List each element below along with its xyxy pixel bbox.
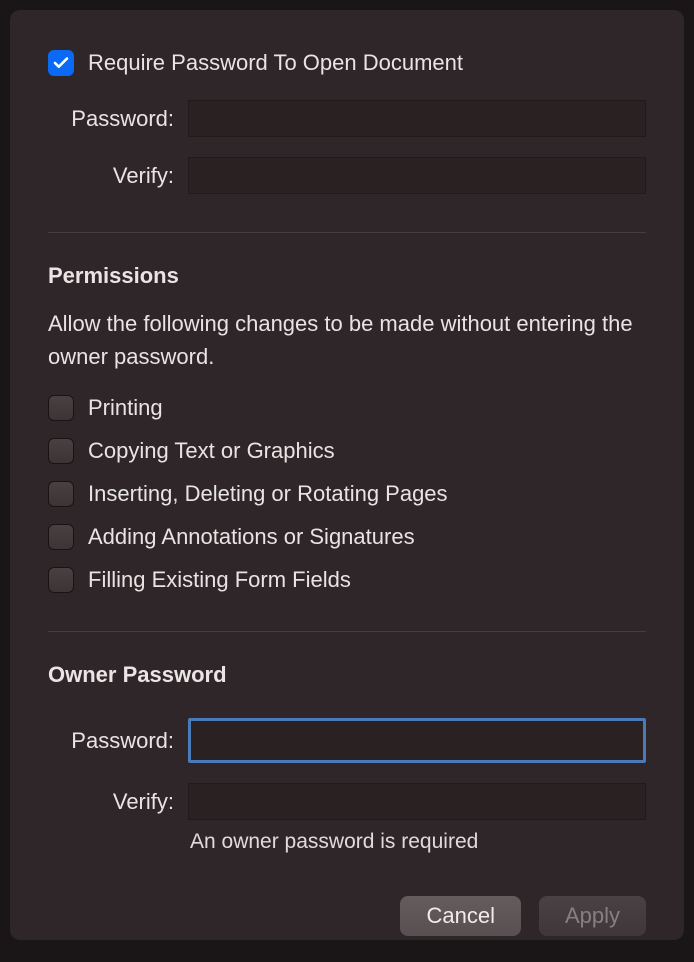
document-verify-label: Verify:	[48, 163, 188, 189]
owner-password-title: Owner Password	[48, 662, 646, 688]
permissions-title: Permissions	[48, 263, 646, 289]
document-verify-input[interactable]	[188, 157, 646, 194]
owner-password-section: Owner Password Password: Verify: An owne…	[48, 662, 646, 854]
permission-copying-checkbox[interactable]	[48, 438, 74, 464]
permission-forms-label: Filling Existing Form Fields	[88, 567, 351, 593]
require-password-section: Require Password To Open Document Passwo…	[48, 50, 646, 194]
owner-password-label: Password:	[48, 728, 188, 754]
owner-password-hint: An owner password is required	[190, 830, 646, 854]
document-password-row: Password:	[48, 100, 646, 137]
document-verify-row: Verify:	[48, 157, 646, 194]
require-password-row: Require Password To Open Document	[48, 50, 646, 76]
permission-forms-row: Filling Existing Form Fields	[48, 567, 646, 593]
permission-annotations-row: Adding Annotations or Signatures	[48, 524, 646, 550]
permission-forms-checkbox[interactable]	[48, 567, 74, 593]
security-dialog: Require Password To Open Document Passwo…	[10, 10, 684, 940]
dialog-buttons: Cancel Apply	[48, 896, 646, 936]
document-password-label: Password:	[48, 106, 188, 132]
section-divider-2	[48, 631, 646, 632]
section-divider	[48, 232, 646, 233]
apply-button[interactable]: Apply	[539, 896, 646, 936]
owner-verify-input[interactable]	[188, 783, 646, 820]
permission-annotations-checkbox[interactable]	[48, 524, 74, 550]
cancel-button[interactable]: Cancel	[400, 896, 520, 936]
owner-password-row: Password:	[48, 718, 646, 763]
permission-printing-row: Printing	[48, 395, 646, 421]
permission-inserting-label: Inserting, Deleting or Rotating Pages	[88, 481, 448, 507]
permission-annotations-label: Adding Annotations or Signatures	[88, 524, 415, 550]
document-password-input[interactable]	[188, 100, 646, 137]
permission-inserting-row: Inserting, Deleting or Rotating Pages	[48, 481, 646, 507]
permissions-section: Permissions Allow the following changes …	[48, 263, 646, 593]
permissions-description: Allow the following changes to be made w…	[48, 307, 646, 373]
permission-copying-label: Copying Text or Graphics	[88, 438, 335, 464]
owner-verify-row: Verify:	[48, 783, 646, 820]
permission-printing-label: Printing	[88, 395, 163, 421]
permission-printing-checkbox[interactable]	[48, 395, 74, 421]
permission-inserting-checkbox[interactable]	[48, 481, 74, 507]
owner-password-input[interactable]	[188, 718, 646, 763]
owner-verify-label: Verify:	[48, 789, 188, 815]
permission-copying-row: Copying Text or Graphics	[48, 438, 646, 464]
require-password-label: Require Password To Open Document	[88, 50, 463, 76]
require-password-checkbox[interactable]	[48, 50, 74, 76]
checkmark-icon	[52, 54, 70, 72]
